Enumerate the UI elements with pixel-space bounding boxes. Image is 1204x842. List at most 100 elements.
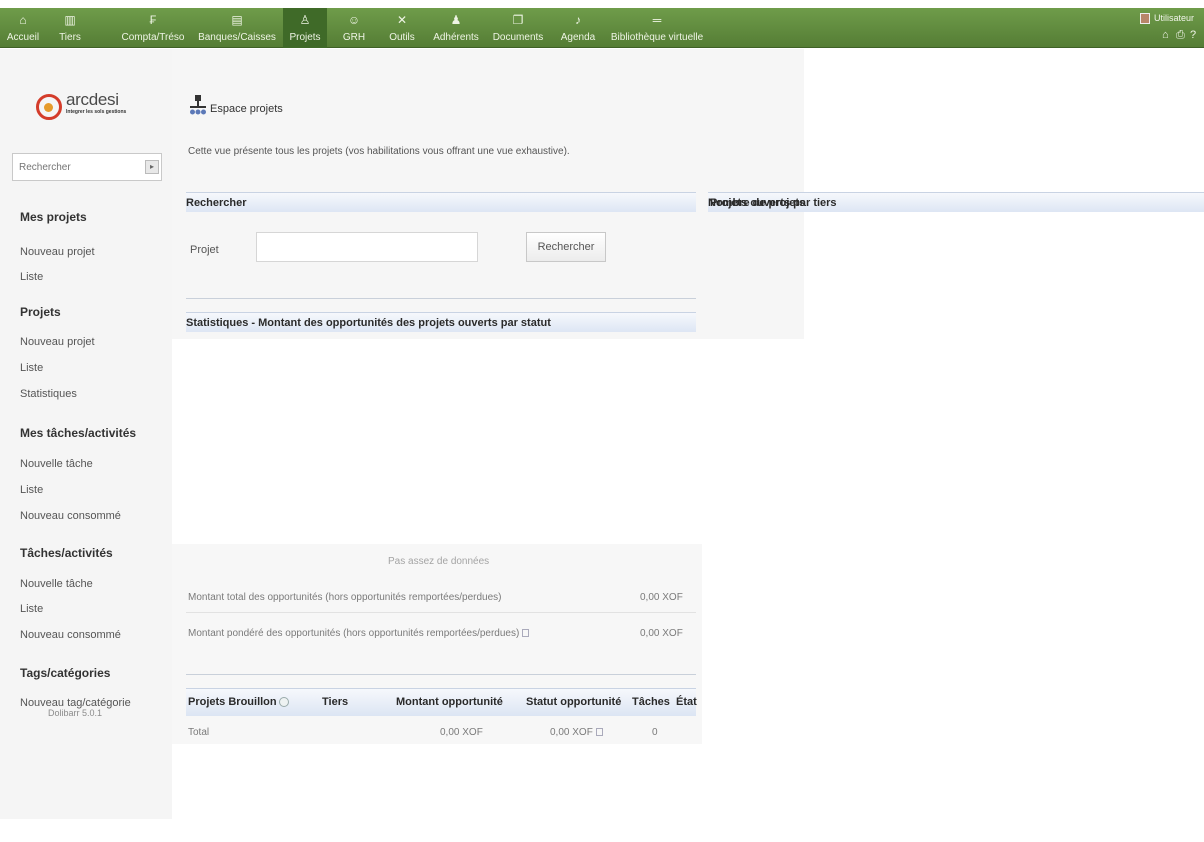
menu-item-adherents[interactable]: ♟ Adhérents — [428, 8, 484, 48]
menu-item-label: Bibliothèque virtuelle — [610, 32, 704, 43]
divider — [186, 612, 696, 613]
menu-item-label: Projets — [289, 32, 321, 43]
help-icon[interactable]: ? — [1190, 29, 1196, 41]
menu-item-label: Outils — [389, 32, 415, 43]
menu-item-documents[interactable]: ❐ Documents — [488, 8, 548, 48]
col-header-statut: Statut opportunité — [526, 696, 622, 708]
sidebar-title-projets: Projets — [20, 305, 61, 319]
sidebar-link-nouveau-projet[interactable]: Nouveau projet — [20, 246, 95, 258]
divider — [186, 298, 696, 299]
search-section-title: Rechercher — [186, 197, 247, 209]
bank-icon: ▤ — [231, 13, 243, 27]
info-icon[interactable] — [595, 728, 603, 737]
sidebar-link-nouvelle-tache[interactable]: Nouvelle tâche — [20, 578, 93, 590]
logo-mark-icon — [36, 94, 62, 120]
menu-item-tiers[interactable]: ▥ Tiers — [52, 8, 88, 48]
col-header-tiers: Tiers — [322, 696, 349, 708]
sidebar-link-nouveau-projet[interactable]: Nouveau projet — [20, 336, 95, 348]
sidebar-link-liste[interactable]: Liste — [20, 603, 43, 615]
top-menu-bar: ⌂ Accueil ▥ Tiers ₣ Compta/Tréso ▤ Banqu… — [0, 0, 1204, 48]
menu-item-label: Compta/Tréso — [121, 32, 185, 43]
home-icon: ⌂ — [19, 13, 27, 27]
search-button[interactable]: Rechercher — [526, 232, 606, 262]
stat-total-value: 0,00 XOF — [640, 592, 683, 603]
menu-item-outils[interactable]: ✕ Outils — [384, 8, 420, 48]
menu-item-label: GRH — [342, 32, 366, 43]
col-header-etat: État — [676, 696, 697, 708]
menu-item-banques[interactable]: ▤ Banques/Caisses — [194, 8, 280, 48]
library-icon: ═ — [652, 13, 662, 27]
menu-item-agenda[interactable]: ♪ Agenda — [556, 8, 600, 48]
menu-item-label: Accueil — [6, 32, 40, 43]
draft-projects-table-header: Projets Brouillon Tiers Montant opportun… — [186, 688, 697, 716]
sidebar-link-nouvelle-tache[interactable]: Nouvelle tâche — [20, 458, 93, 470]
col-header-text: Projets Brouillon — [188, 696, 277, 708]
col-header-projets-brouillon: Projets Brouillon — [188, 696, 289, 708]
total-row-label: Total — [188, 727, 210, 738]
statistics-section-header: Statistiques - Montant des opportunités … — [186, 312, 696, 332]
col-header-montant: Montant opportunité — [396, 696, 503, 708]
total-row-status-text: 0,00 XOF — [550, 727, 593, 738]
divider — [186, 674, 696, 675]
sidebar-link-liste[interactable]: Liste — [20, 362, 43, 374]
sidebar-title-tags: Tags/catégories — [20, 666, 111, 680]
menu-item-label: Banques/Caisses — [198, 32, 276, 43]
tools-icon: ✕ — [396, 13, 408, 27]
menu-item-grh[interactable]: ☺ GRH — [338, 8, 370, 48]
version-label: Dolibarr 5.0.1 — [48, 708, 103, 718]
sidebar-link-nouveau-consomme[interactable]: Nouveau consommé — [20, 510, 121, 522]
print-icon[interactable]: ⎙ — [1176, 29, 1185, 42]
members-icon: ♟ — [450, 13, 462, 27]
calendar-icon: ♪ — [575, 13, 581, 27]
people-icon: ☺ — [347, 13, 361, 27]
info-icon[interactable] — [278, 697, 289, 708]
search-section-header: Rechercher — [186, 192, 696, 212]
menu-item-label: Tiers — [59, 32, 81, 43]
sidebar-title-taches: Tâches/activités — [20, 546, 113, 560]
sidebar-link-liste[interactable]: Liste — [20, 484, 43, 496]
stat-weighted-label: Montant pondéré des opportunités (hors o… — [188, 628, 530, 639]
user-area[interactable]: Utilisateur ⌂ ⎙ ? — [1140, 11, 1200, 45]
sidebar-link-nouveau-consomme[interactable]: Nouveau consommé — [20, 629, 121, 641]
search-submit-icon[interactable]: ▸ — [145, 160, 159, 174]
sidebar-link-liste[interactable]: Liste — [20, 271, 43, 283]
menu-item-bibliotheque[interactable]: ═ Bibliothèque virtuelle — [604, 8, 710, 48]
total-row-amount: 0,00 XOF — [440, 727, 483, 738]
home-icon[interactable]: ⌂ — [1162, 29, 1169, 41]
no-data-message: Pas assez de données — [388, 556, 490, 567]
user-name[interactable]: Utilisateur — [1154, 13, 1194, 23]
sidebar-title-mes-taches: Mes tâches/activités — [20, 426, 137, 440]
page-description: Cette vue présente tous les projets (vos… — [188, 146, 570, 157]
project-search-field — [256, 232, 478, 262]
company-logo[interactable]: arcdesi Integrer les sols gestions — [36, 89, 146, 125]
project-icon: ♙ — [299, 13, 311, 27]
menu-item-label: Agenda — [560, 32, 596, 43]
statistics-title: Statistiques - Montant des opportunités … — [186, 317, 551, 329]
col-header-taches: Tâches — [632, 696, 670, 708]
stat-total-label: Montant total des opportunités (hors opp… — [188, 592, 502, 603]
sidebar-title-mes-projets: Mes projets — [20, 210, 87, 224]
menu-item-accueil[interactable]: ⌂ Accueil — [2, 8, 44, 48]
open-projects-by-thirdparty-header: Projets ouverts par tiers Nombre de proj… — [708, 192, 1204, 212]
menu-item-compta[interactable]: ₣ Compta/Tréso — [120, 8, 186, 48]
projects-count-header: Nombre de projets — [708, 197, 806, 209]
total-row-status-amount: 0,00 XOF — [550, 727, 603, 738]
coins-icon: ₣ — [149, 13, 157, 27]
logo-tagline: Integrer les sols gestions — [66, 109, 127, 115]
page-title: Espace projets — [210, 103, 283, 115]
stat-weighted-text: Montant pondéré des opportunités (hors o… — [188, 628, 520, 639]
project-search-input[interactable] — [257, 233, 477, 261]
documents-icon: ❐ — [512, 13, 524, 27]
total-row-tasks: 0 — [652, 727, 658, 738]
project-label: Projet — [190, 244, 219, 256]
sidebar-link-statistiques[interactable]: Statistiques — [20, 388, 77, 400]
logo-brand: arcdesi — [66, 90, 119, 109]
sidebar-search: ▸ — [12, 153, 162, 181]
building-icon: ▥ — [64, 13, 76, 27]
sidebar-search-input[interactable] — [13, 154, 139, 180]
menu-item-label: Adhérents — [433, 32, 479, 43]
info-icon[interactable] — [522, 629, 530, 638]
menu-item-label: Documents — [492, 32, 544, 43]
avatar[interactable] — [1140, 13, 1150, 24]
menu-item-projets[interactable]: ♙ Projets — [283, 8, 327, 48]
